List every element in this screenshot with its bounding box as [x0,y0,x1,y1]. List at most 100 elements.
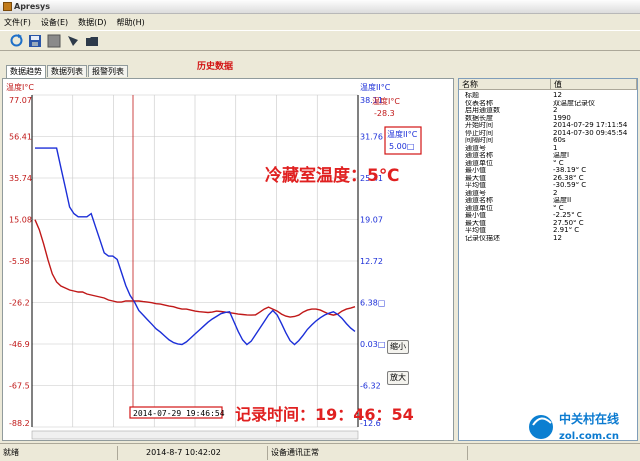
tab-data-trend[interactable]: 数据趋势 [6,65,46,78]
export-icon[interactable] [65,33,81,49]
right-tick-label: -6.32 [360,382,381,391]
status-text: 就绪 [0,445,118,460]
property-row[interactable]: 间隔时间 60s [459,137,637,145]
left-axis-title: 温度I°C [6,82,34,92]
refresh-icon[interactable] [8,33,24,49]
annotation-fridge-temp: 冷藏室温度：5℃ [265,165,399,186]
property-value: 双温度记录仪 [553,99,595,107]
property-name: 启用通道数 [465,107,500,114]
property-row[interactable]: 启用通道数 2 [459,107,637,115]
window-title: Apresys [14,2,51,11]
property-name: 通道号 [465,189,486,197]
property-value: 2.91° C [553,227,580,234]
properties-list: 标题 12 仪表名称 双温度记录仪 启用通道数 2 数据长度 1990 开始时间 2014-07-… [459,90,637,242]
left-tick-label: 56.41 [9,133,32,142]
left-tick-label: -88.2 [9,419,30,428]
property-name: 通道号 [465,144,486,152]
property-row[interactable]: 标题 12 [459,92,637,100]
property-name: 间隔时间 [465,137,493,144]
watermark: 中关村在线 zol.com.cn [525,405,635,445]
property-row[interactable]: 开始时间 2014-07-29 17:11:54 [459,122,637,130]
readout-ch2-label: 温度II°C [387,129,418,139]
folder-icon[interactable] [84,33,100,49]
left-tick-label: 35.74 [9,174,32,183]
tab-data-list[interactable]: 数据列表 [47,65,87,77]
property-value: 12 [553,92,562,99]
property-row[interactable]: 通道号 1 [459,145,637,153]
splitter[interactable] [455,78,457,441]
property-row[interactable]: 通道单位 ° C [459,205,637,213]
left-tick-label: -46.9 [9,340,30,349]
property-row[interactable]: 最小值 -38.19° C [459,167,637,175]
trend-chart[interactable]: 温度I°C 温度II°C 77.07 56.41 35.74 15.08 -5.58 -26.… [3,79,455,442]
readout-ch1-value: -28.3 [374,109,395,118]
property-name: 通道名称 [465,152,493,159]
menu-device[interactable]: 设备(E) [41,17,68,28]
view-tabs: 数据趋势 数据列表 报警列表 [6,65,129,78]
name-column-header[interactable]: 名称 [459,79,551,89]
property-row[interactable]: 数据长度 1990 [459,115,637,123]
property-name: 最大值 [465,219,486,227]
property-value: 2014-07-29 17:11:54 [553,122,628,129]
properties-header: 名称 值 [459,79,637,90]
property-name: 停止时间 [465,129,493,137]
property-value: 2 [553,107,558,114]
menu-help[interactable]: 帮助(H) [117,17,145,28]
property-name: 开始时间 [465,122,493,129]
property-value: 2 [553,189,558,197]
zoom-out-button[interactable]: 缩小 [387,340,409,354]
property-row[interactable]: 通道单位 ° C [459,160,637,168]
property-name: 最小值 [465,167,486,174]
property-value: ° C [553,159,564,167]
watermark-brand: 中关村在线 [559,411,619,426]
zoom-in-button[interactable]: 放大 [387,371,409,385]
cursor-time-label: 2014-07-29 19:46:54 [133,409,225,418]
property-row[interactable]: 最大值 27.50° C [459,220,637,228]
value-column-header[interactable]: 值 [551,79,637,89]
left-tick-label: 77.07 [9,96,32,105]
property-name: 通道单位 [465,159,493,167]
property-row[interactable]: 仪表名称 双温度记录仪 [459,100,637,108]
property-name: 最大值 [465,174,486,182]
readout-ch1-label: 温度I°C [372,96,400,106]
property-row[interactable]: 平均值 -30.59° C [459,182,637,190]
app-window: Apresys 文件(F) 设备(E) 数据(D) 帮助(H) 数据趋势 数据列… [0,0,640,461]
property-row[interactable]: 通道名称 温度I [459,152,637,160]
page-title: 历史数据 [197,62,234,72]
property-value: ° C [553,204,564,212]
property-name: 平均值 [465,227,486,234]
right-axis-title: 温度II°C [360,82,391,92]
property-value: 27.50° C [553,219,584,227]
status-bar: 就绪 2014-8-7 10:42:02 设备通讯正常 [0,443,640,461]
property-value: 温度II [553,197,572,204]
property-value: 1 [553,144,558,152]
property-value: -38.19° C [553,167,587,174]
property-name: 最小值 [465,212,486,219]
menu-data[interactable]: 数据(D) [78,17,106,28]
property-value: -30.59° C [553,182,587,189]
property-row[interactable]: 停止时间 2014-07-30 09:45:54 [459,130,637,138]
title-bar: Apresys [0,0,640,14]
chart-pane: 温度I°C 温度II°C 77.07 56.41 35.74 15.08 -5.58 -26.… [2,78,454,441]
properties-panel: 名称 值 标题 12 仪表名称 双温度记录仪 启用通道数 2 数据长度 1990 开始时间 201… [458,78,638,441]
property-row[interactable]: 平均值 2.91° C [459,227,637,235]
save-icon[interactable] [27,33,43,49]
property-name: 数据长度 [465,114,493,122]
property-name: 仪表名称 [465,99,493,107]
menu-file[interactable]: 文件(F) [4,17,31,28]
property-value: -2.25° C [553,212,582,219]
property-name: 标题 [465,92,479,99]
property-row[interactable]: 通道号 2 [459,190,637,198]
property-row[interactable]: 最大值 26.38° C [459,175,637,183]
right-tick-label: 31.76 [360,133,383,142]
left-tick-label: 15.08 [9,216,32,225]
property-row[interactable]: 通道名称 温度II [459,197,637,205]
property-value: 12 [553,234,562,242]
tab-alarm-list[interactable]: 报警列表 [88,65,128,77]
gray-square-icon[interactable] [46,33,62,49]
property-value: 温度I [553,152,570,159]
property-name: 记录仪描述 [465,234,500,242]
left-tick-label: -67.5 [9,382,30,391]
property-row[interactable]: 记录仪描述 12 [459,235,637,243]
property-row[interactable]: 最小值 -2.25° C [459,212,637,220]
